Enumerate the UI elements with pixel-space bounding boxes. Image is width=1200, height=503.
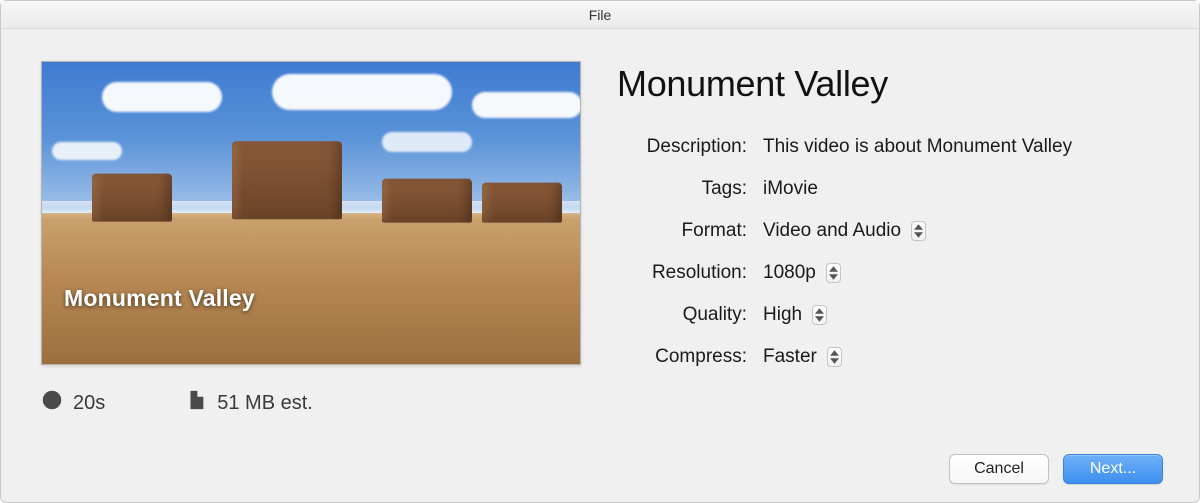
tags-label: Tags: [617, 178, 757, 200]
format-stepper[interactable] [911, 221, 926, 241]
thumbnail-caption: Monument Valley [64, 285, 255, 312]
video-thumbnail[interactable]: Monument Valley [41, 61, 581, 365]
chevron-up-icon [830, 350, 839, 356]
resolution-value: 1080p [763, 262, 816, 284]
file-icon [185, 389, 207, 417]
description-label: Description: [617, 136, 757, 158]
chevron-down-icon [815, 316, 824, 322]
dialog-content: Monument Valley 20s 51 MB est. Monu [1, 29, 1199, 444]
duration-value: 20s [73, 392, 105, 415]
resolution-stepper[interactable] [826, 263, 841, 283]
export-file-dialog: File Monument Valley 20s [0, 0, 1200, 503]
chevron-down-icon [830, 358, 839, 364]
clock-icon [41, 389, 63, 417]
compress-stepper[interactable] [827, 347, 842, 367]
meta-row: 20s 51 MB est. [41, 389, 581, 417]
resolution-label: Resolution: [617, 262, 757, 284]
chevron-up-icon [914, 224, 923, 230]
window-titlebar: File [1, 1, 1199, 29]
description-input[interactable] [763, 136, 1143, 158]
next-button[interactable]: Next... [1063, 454, 1163, 484]
quality-value: High [763, 304, 802, 326]
quality-label: Quality: [617, 304, 757, 326]
format-value: Video and Audio [763, 220, 901, 242]
tags-input[interactable] [763, 178, 1143, 200]
quality-stepper[interactable] [812, 305, 827, 325]
form-column: Monument Valley Description: Tags: Forma… [617, 61, 1159, 424]
filesize-value: 51 MB est. [217, 392, 313, 415]
format-label: Format: [617, 220, 757, 242]
compress-label: Compress: [617, 346, 757, 368]
chevron-down-icon [914, 232, 923, 238]
button-row: Cancel Next... [1, 444, 1199, 502]
chevron-up-icon [815, 308, 824, 314]
cancel-button[interactable]: Cancel [949, 454, 1049, 484]
chevron-up-icon [829, 266, 838, 272]
movie-title: Monument Valley [617, 63, 1159, 105]
chevron-down-icon [829, 274, 838, 280]
preview-column: Monument Valley 20s 51 MB est. [41, 61, 581, 424]
window-title: File [589, 7, 612, 23]
compress-value: Faster [763, 346, 817, 368]
